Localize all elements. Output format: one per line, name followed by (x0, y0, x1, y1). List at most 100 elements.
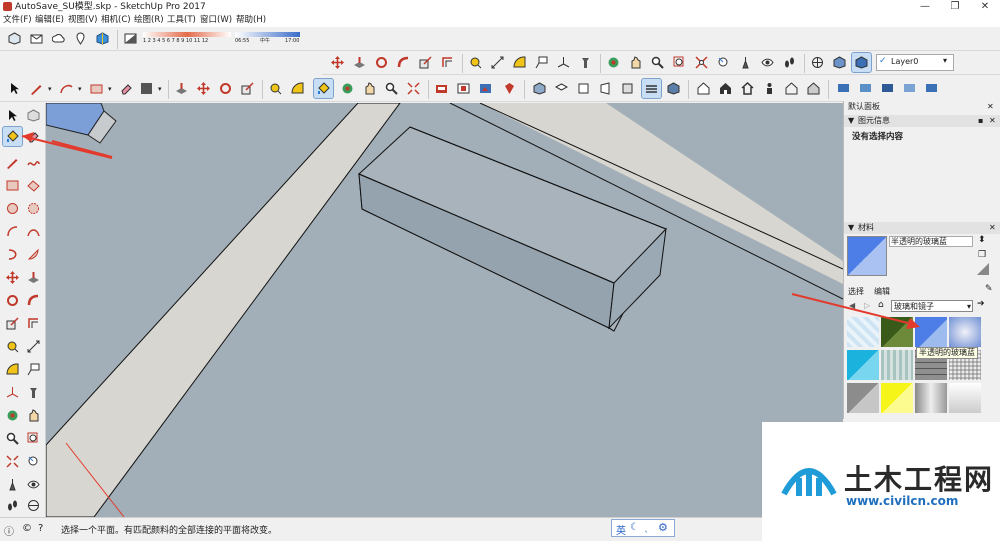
follow-me-tool-button[interactable] (394, 53, 413, 72)
model-viewport[interactable] (46, 103, 843, 517)
2pt-arc-tool[interactable] (24, 222, 43, 241)
chevron-down-icon[interactable]: ▾ (108, 85, 112, 93)
swatch-glass-9[interactable] (847, 383, 879, 413)
section-plane-tool[interactable] (24, 496, 43, 515)
share-model-button[interactable] (27, 29, 46, 48)
menu-help[interactable]: 帮助(H) (236, 14, 266, 27)
month-slider[interactable] (143, 32, 231, 37)
walk-button[interactable] (780, 53, 799, 72)
ime-language[interactable]: 英 (616, 522, 626, 537)
close-icon[interactable]: ✕ (989, 115, 996, 127)
walk-tool[interactable] (3, 496, 22, 515)
default-material-icon[interactable]: ⬍ (978, 235, 986, 245)
material-preview[interactable] (847, 236, 887, 276)
3pt-arc-tool[interactable] (3, 245, 22, 264)
zoom-tool[interactable] (3, 429, 22, 448)
chevron-down-icon[interactable]: ▾ (158, 85, 162, 93)
move-tool-button[interactable] (328, 53, 347, 72)
materials-header[interactable]: ▼ 材料 ✕ (844, 222, 1000, 234)
instructor-icon[interactable]: ? (38, 523, 43, 534)
menu-file[interactable]: 文件(F) (3, 14, 32, 27)
house-iso-button[interactable] (804, 79, 823, 98)
moon-icon[interactable]: ☾ (630, 522, 639, 533)
push-pull-tool-button-2[interactable] (172, 79, 191, 98)
zoom-window-tool[interactable] (24, 429, 43, 448)
axes-tool[interactable] (3, 383, 22, 402)
rectangle-tool[interactable] (3, 176, 22, 195)
top-view-button[interactable] (552, 79, 571, 98)
swatch-glass-12[interactable] (949, 383, 981, 413)
dimension-tool-button[interactable] (488, 53, 507, 72)
component-button[interactable] (454, 79, 473, 98)
time-slider[interactable] (235, 32, 300, 37)
swatch-glass-4[interactable] (949, 317, 981, 347)
home-button[interactable] (738, 79, 757, 98)
offset-tool-button[interactable] (438, 53, 457, 72)
previous-view-button[interactable] (714, 53, 733, 72)
offset-tool[interactable] (24, 314, 43, 333)
material-name-field[interactable]: 半透明的玻璃蓝 (889, 236, 973, 247)
close-icon[interactable]: ✕ (989, 222, 996, 234)
get-models-button[interactable] (5, 29, 24, 48)
shaded-style-button[interactable] (664, 79, 683, 98)
right-view-button[interactable] (596, 79, 615, 98)
protractor-tool[interactable] (3, 360, 22, 379)
push-pull-tool[interactable] (24, 268, 43, 287)
create-material-icon[interactable]: ❒ (978, 250, 986, 260)
house-front-button[interactable] (716, 79, 735, 98)
xray-style-button[interactable] (641, 78, 662, 99)
scale-tool-button-2[interactable] (238, 79, 257, 98)
layer-dropdown[interactable]: ✓ Layer0 ▾ (876, 54, 954, 71)
position-camera-button[interactable] (736, 53, 755, 72)
display-style-3-button[interactable] (878, 79, 897, 98)
zoom-extents-tool-button[interactable] (692, 53, 711, 72)
display-style-4-button[interactable] (900, 79, 919, 98)
zoom-window-tool-button[interactable] (670, 53, 689, 72)
swatch-glass-5[interactable] (847, 350, 879, 380)
warehouse-button[interactable] (432, 79, 451, 98)
3d-text-tool[interactable] (24, 383, 43, 402)
geo-location-icon[interactable]: ⓘ (4, 523, 14, 538)
entity-info-header[interactable]: ▼ 图元信息 ▪ ✕ (844, 115, 1000, 127)
menu-view[interactable]: 视图(V) (68, 14, 97, 27)
menu-tools[interactable]: 工具(T) (167, 14, 196, 27)
person-button[interactable] (760, 79, 779, 98)
move-tool-button-2[interactable] (194, 79, 213, 98)
display-style-1-button[interactable] (834, 79, 853, 98)
paint-bucket-tool-button[interactable] (137, 79, 156, 98)
rotate-tool-button[interactable] (372, 53, 391, 72)
punctuation-icon[interactable]: ˎ (644, 522, 649, 533)
orbit-tool-button-2[interactable] (338, 79, 357, 98)
orbit-tool[interactable] (3, 406, 22, 425)
zoom-extents-tool-button-2[interactable] (404, 79, 423, 98)
swatch-glass-10[interactable] (881, 383, 913, 413)
add-location-button[interactable] (71, 29, 90, 48)
zoom-tool-button-2[interactable] (382, 79, 401, 98)
display-section-fill-button[interactable] (851, 52, 872, 73)
display-style-5-button[interactable] (922, 79, 941, 98)
sample-paint-icon[interactable] (977, 263, 989, 275)
tape-measure-tool-button[interactable] (466, 53, 485, 72)
eyedropper-icon[interactable]: ✎ (985, 284, 993, 294)
extension-button[interactable] (500, 79, 519, 98)
axes-tool-button[interactable] (554, 53, 573, 72)
front-view-button[interactable] (574, 79, 593, 98)
orbit-tool-button[interactable] (604, 53, 623, 72)
pan-tool-button[interactable] (626, 53, 645, 72)
extension-warehouse-button[interactable] (93, 29, 112, 48)
close-button[interactable]: ✕ (970, 0, 1000, 14)
text-tool-button[interactable] (532, 53, 551, 72)
credits-icon[interactable]: © (22, 523, 32, 534)
rectangle-tool-button[interactable] (87, 79, 106, 98)
tape-measure-tool[interactable] (3, 337, 22, 356)
select-tool-button[interactable] (5, 79, 24, 98)
zoom-extents-tool[interactable] (3, 452, 22, 471)
swatch-glass-6[interactable] (881, 350, 913, 380)
details-arrow-icon[interactable]: ➔ (977, 299, 985, 309)
iso-view-button[interactable] (530, 79, 549, 98)
upload-button[interactable] (49, 29, 68, 48)
arc-tool[interactable] (3, 222, 22, 241)
dimension-tool[interactable] (24, 337, 43, 356)
move-tool[interactable] (3, 268, 22, 287)
pan-tool-button-2[interactable] (360, 79, 379, 98)
